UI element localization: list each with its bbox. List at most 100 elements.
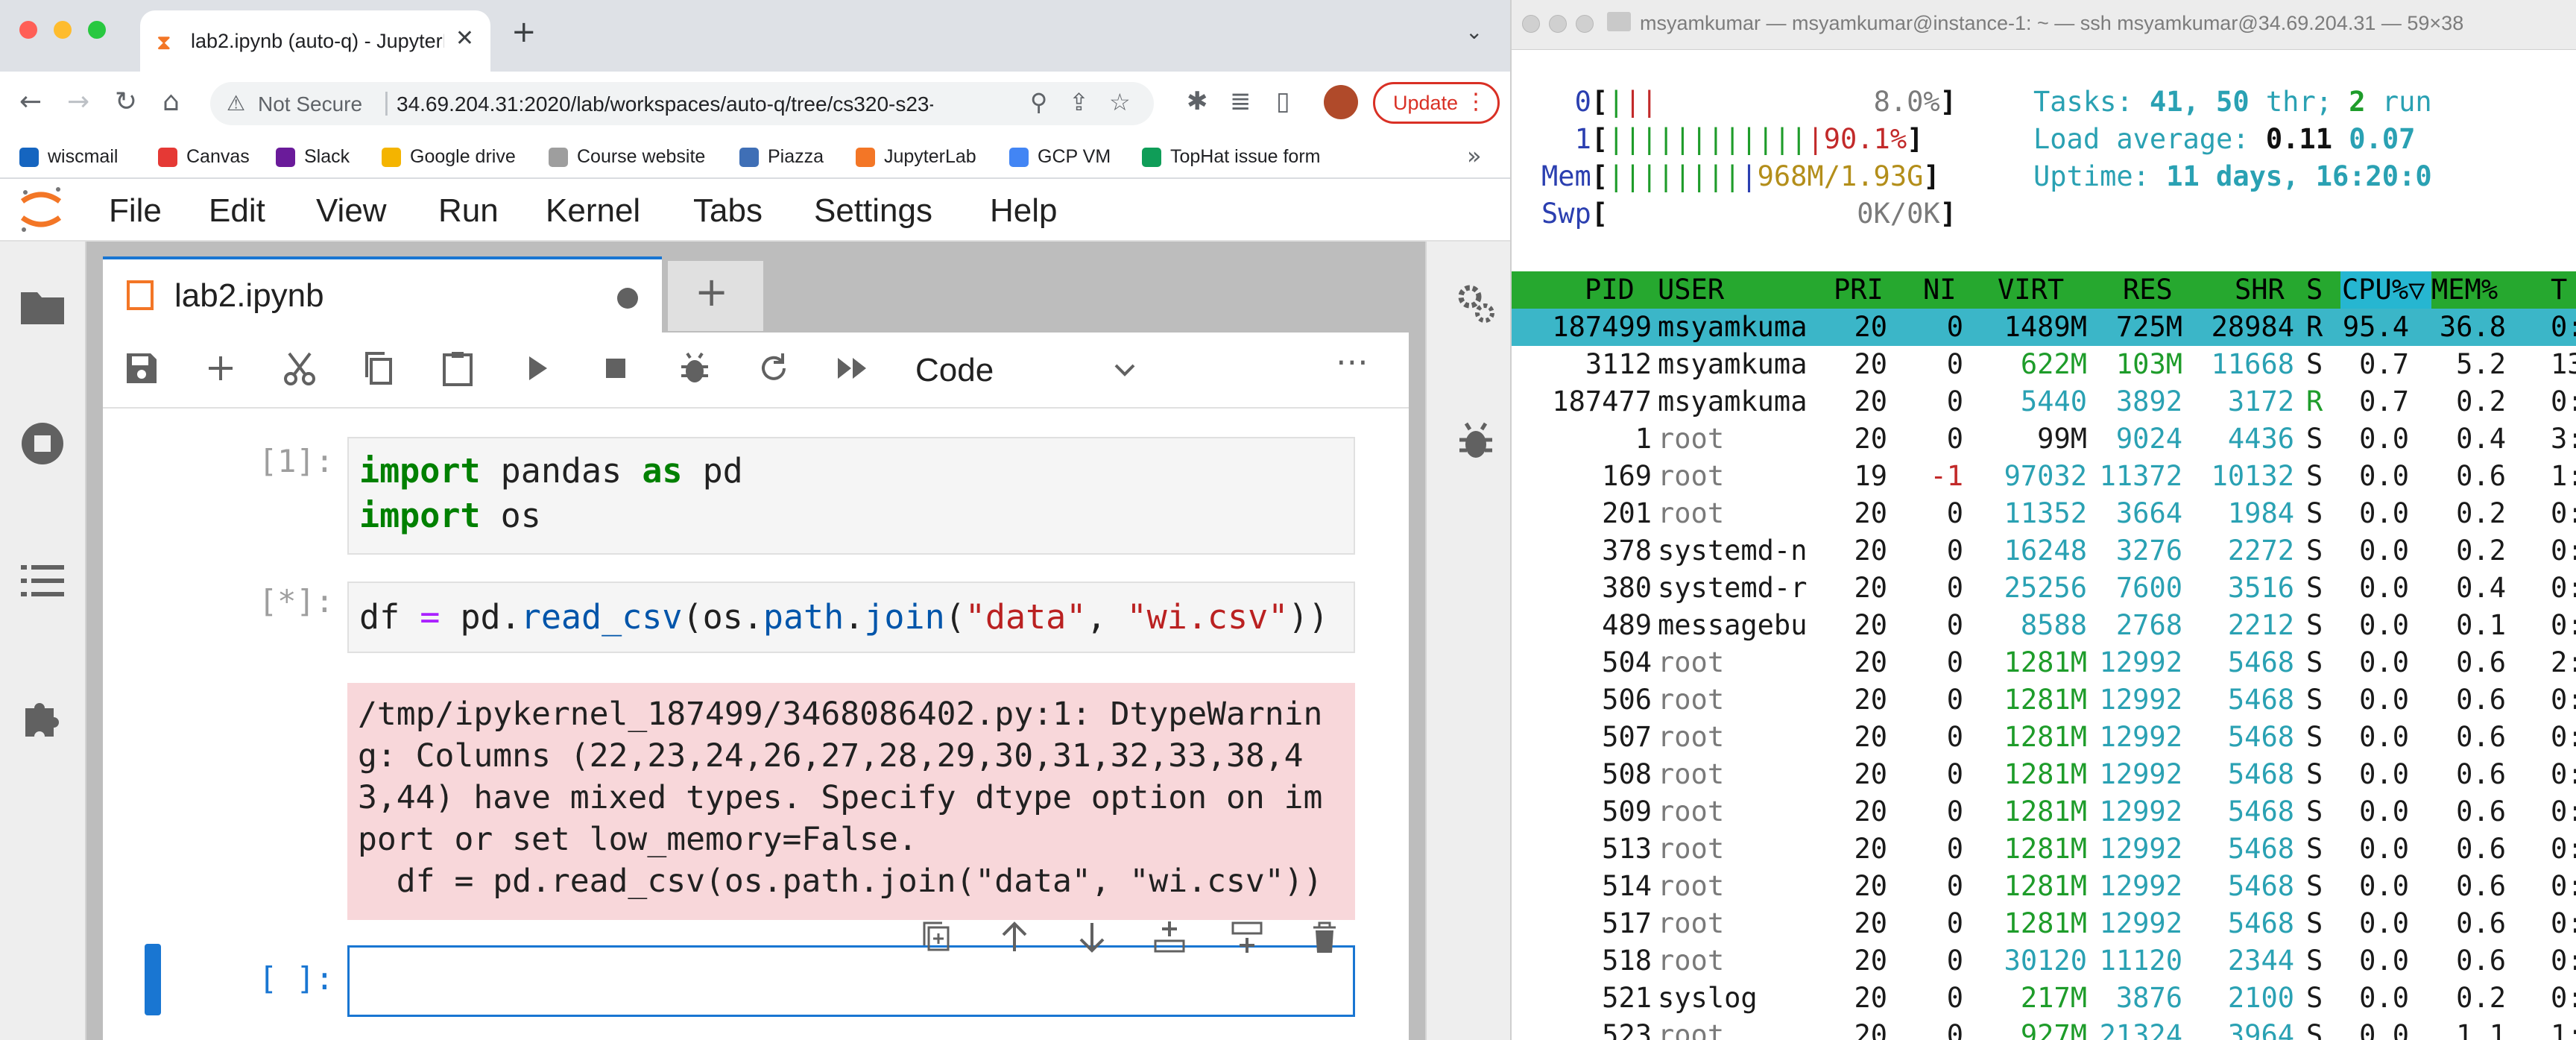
process-row[interactable]: 507root 20 0 1281M 12992 5468 S 0.0 0.6 0: bbox=[1512, 719, 2576, 756]
process-row[interactable]: 521syslog 20 0 217M 3876 2100 S 0.0 0.2 0: bbox=[1512, 980, 2576, 1017]
column-header[interactable]: S bbox=[2306, 271, 2323, 309]
forward-icon[interactable]: → bbox=[67, 86, 89, 117]
tab-search-icon[interactable]: ⌄ bbox=[1465, 19, 1483, 44]
warning-icon[interactable]: ⚠ bbox=[227, 91, 245, 116]
column-header[interactable]: PID bbox=[1585, 271, 1635, 309]
menu-tabs[interactable]: Tabs bbox=[693, 192, 763, 230]
save-icon[interactable] bbox=[122, 349, 161, 388]
process-row[interactable]: 187499 msyamkuma 20 0 1489M 725M 28984 R 95.4 36.… bbox=[1512, 309, 2576, 346]
process-row[interactable]: 169root 19 -1 97032 11372 10132 S 0.0 0.6 1: bbox=[1512, 458, 2576, 495]
process-row[interactable]: 201root 20 0 11352 3664 1984 S 0.0 0.2 0: bbox=[1512, 495, 2576, 532]
menu-help[interactable]: Help bbox=[990, 192, 1058, 230]
menu-run[interactable]: Run bbox=[438, 192, 499, 230]
process-row[interactable]: 517root 20 0 1281M 12992 5468 S 0.0 0.6 0: bbox=[1512, 905, 2576, 942]
process-row[interactable]: 489messagebu 20 0 8588 2768 2212 S 0.0 0.1 0: bbox=[1512, 607, 2576, 644]
zoom-window-button[interactable] bbox=[88, 21, 106, 39]
menu-edit[interactable]: Edit bbox=[209, 192, 265, 230]
duplicate-cell-icon[interactable] bbox=[917, 917, 957, 957]
bookmark-piazza[interactable]: Piazza bbox=[739, 136, 824, 177]
process-row[interactable]: 513root 20 0 1281M 12992 5468 S 0.0 0.6 0: bbox=[1512, 831, 2576, 868]
run-icon[interactable] bbox=[517, 349, 556, 388]
home-icon[interactable]: ⌂ bbox=[162, 86, 180, 117]
reload-icon[interactable]: ↻ bbox=[115, 86, 137, 117]
close-tab-icon[interactable]: ✕ bbox=[455, 25, 474, 51]
running-kernels-icon[interactable] bbox=[16, 417, 69, 470]
move-down-icon[interactable] bbox=[1072, 917, 1112, 957]
folder-icon[interactable] bbox=[16, 280, 69, 333]
bookmark-star-icon[interactable]: ☆ bbox=[1109, 88, 1131, 116]
delete-cell-icon[interactable] bbox=[1304, 917, 1345, 957]
close-window-button[interactable] bbox=[1522, 15, 1540, 33]
process-row[interactable]: 523 root 20 0 927M 21324 3964 S 0.0 1.1 1: bbox=[1512, 1017, 2576, 1040]
more-icon[interactable]: ⋯ bbox=[1336, 343, 1368, 381]
process-row[interactable]: 3112msyamkuma 20 0 622M 103M 11668 S 0.7 5.2 13: bbox=[1512, 346, 2576, 383]
bookmark-tophat-issue-form[interactable]: TopHat issue form bbox=[1142, 136, 1320, 177]
menu-settings[interactable]: Settings bbox=[814, 192, 932, 230]
extensions-icon[interactable]: ✱ bbox=[1187, 86, 1208, 116]
column-header[interactable]: CPU%▽ bbox=[2342, 271, 2425, 309]
share-icon[interactable]: ⇪ bbox=[1069, 88, 1089, 116]
media-controls-icon[interactable]: ≣ bbox=[1230, 86, 1251, 116]
address-url[interactable]: 34.69.204.31:2020/lab/workspaces/auto-q/… bbox=[397, 92, 933, 116]
copy-icon[interactable] bbox=[359, 349, 398, 388]
unsaved-indicator-icon[interactable] bbox=[617, 288, 638, 309]
interrupt-icon[interactable] bbox=[596, 349, 635, 388]
back-icon[interactable]: ← bbox=[19, 86, 42, 117]
active-code-cell-input[interactable] bbox=[347, 945, 1355, 1017]
address-bar[interactable]: ⚠ Not Secure | 34.69.204.31:2020/lab/wor… bbox=[210, 82, 1154, 125]
zoom-window-button[interactable] bbox=[1576, 15, 1594, 33]
property-inspector-gear-icon[interactable] bbox=[1452, 280, 1500, 328]
close-window-button[interactable] bbox=[19, 21, 37, 39]
restart-kernel-icon[interactable] bbox=[754, 349, 793, 388]
insert-below-icon[interactable] bbox=[1227, 917, 1267, 957]
bookmark-course-website[interactable]: Course website bbox=[549, 136, 705, 177]
notebook-tab[interactable]: lab2.ipynb bbox=[103, 256, 662, 333]
column-header[interactable]: SHR bbox=[2235, 271, 2285, 309]
debugger-icon[interactable] bbox=[675, 349, 714, 388]
side-panel-icon[interactable]: ▯ bbox=[1276, 86, 1290, 116]
process-row[interactable]: 1root 20 0 99M 9024 4436 S 0.0 0.4 3: bbox=[1512, 420, 2576, 458]
column-header[interactable]: RES bbox=[2123, 271, 2173, 309]
column-header[interactable]: T bbox=[2551, 271, 2567, 309]
browser-tab[interactable]: ⧗ lab2.ipynb (auto-q) - JupyterLab ✕ bbox=[140, 10, 490, 72]
table-of-contents-icon[interactable] bbox=[16, 555, 69, 607]
cell-type-select[interactable]: Code bbox=[915, 343, 1154, 395]
update-button[interactable]: Update ⋮ bbox=[1373, 82, 1500, 124]
insert-cell-icon[interactable] bbox=[201, 349, 240, 388]
restart-run-all-icon[interactable] bbox=[833, 349, 872, 388]
cut-icon[interactable] bbox=[280, 349, 319, 388]
zoom-icon[interactable]: ⚲ bbox=[1030, 88, 1047, 116]
code-cell-input[interactable]: import pandas as pd import os bbox=[347, 437, 1355, 555]
profile-avatar[interactable] bbox=[1324, 85, 1358, 119]
process-row[interactable]: 506root 20 0 1281M 12992 5468 S 0.0 0.6 0: bbox=[1512, 681, 2576, 719]
bookmark-jupyterlab[interactable]: JupyterLab bbox=[856, 136, 976, 177]
process-row[interactable]: 504root 20 0 1281M 12992 5468 S 0.0 0.6 2: bbox=[1512, 644, 2576, 681]
bookmark-google-drive[interactable]: Google drive bbox=[382, 136, 516, 177]
new-launcher-button[interactable]: + bbox=[668, 261, 763, 331]
process-row[interactable]: 378systemd-n 20 0 16248 3276 2272 S 0.0 0.2 0: bbox=[1512, 532, 2576, 570]
menu-file[interactable]: File bbox=[109, 192, 162, 230]
process-row[interactable]: 380systemd-r 20 0 25256 7600 3516 S 0.0 0.4 0: bbox=[1512, 570, 2576, 607]
minimize-window-button[interactable] bbox=[54, 21, 72, 39]
column-header[interactable]: MEM% bbox=[2431, 271, 2498, 309]
menu-view[interactable]: View bbox=[316, 192, 387, 230]
new-tab-button[interactable]: + bbox=[511, 15, 537, 49]
process-row[interactable]: 518root 20 0 30120 11120 2344 S 0.0 0.6 0: bbox=[1512, 942, 2576, 980]
process-row[interactable]: 514root 20 0 1281M 12992 5468 S 0.0 0.6 0: bbox=[1512, 868, 2576, 905]
bookmark-slack[interactable]: Slack bbox=[276, 136, 350, 177]
column-header[interactable]: USER bbox=[1658, 271, 1724, 309]
bookmark-wiscmail[interactable]: wiscmail bbox=[19, 136, 118, 177]
column-header[interactable]: PRI bbox=[1834, 271, 1884, 309]
process-row[interactable]: 509root 20 0 1281M 12992 5468 S 0.0 0.6 0: bbox=[1512, 793, 2576, 831]
move-up-icon[interactable] bbox=[994, 917, 1035, 957]
insert-above-icon[interactable] bbox=[1149, 917, 1190, 957]
code-cell-input[interactable]: df = pd.read_csv(os.path.join("data", "w… bbox=[347, 582, 1355, 653]
paste-icon[interactable] bbox=[438, 349, 477, 388]
bookmark-canvas[interactable]: Canvas bbox=[158, 136, 250, 177]
extensions-puzzle-icon[interactable] bbox=[16, 692, 69, 744]
more-bookmarks-icon[interactable]: » bbox=[1467, 142, 1482, 170]
security-status[interactable]: Not Secure bbox=[258, 92, 362, 116]
minimize-window-button[interactable] bbox=[1549, 15, 1567, 33]
debugger-bug-icon[interactable] bbox=[1452, 417, 1500, 465]
column-header[interactable]: NI bbox=[1923, 271, 1957, 309]
